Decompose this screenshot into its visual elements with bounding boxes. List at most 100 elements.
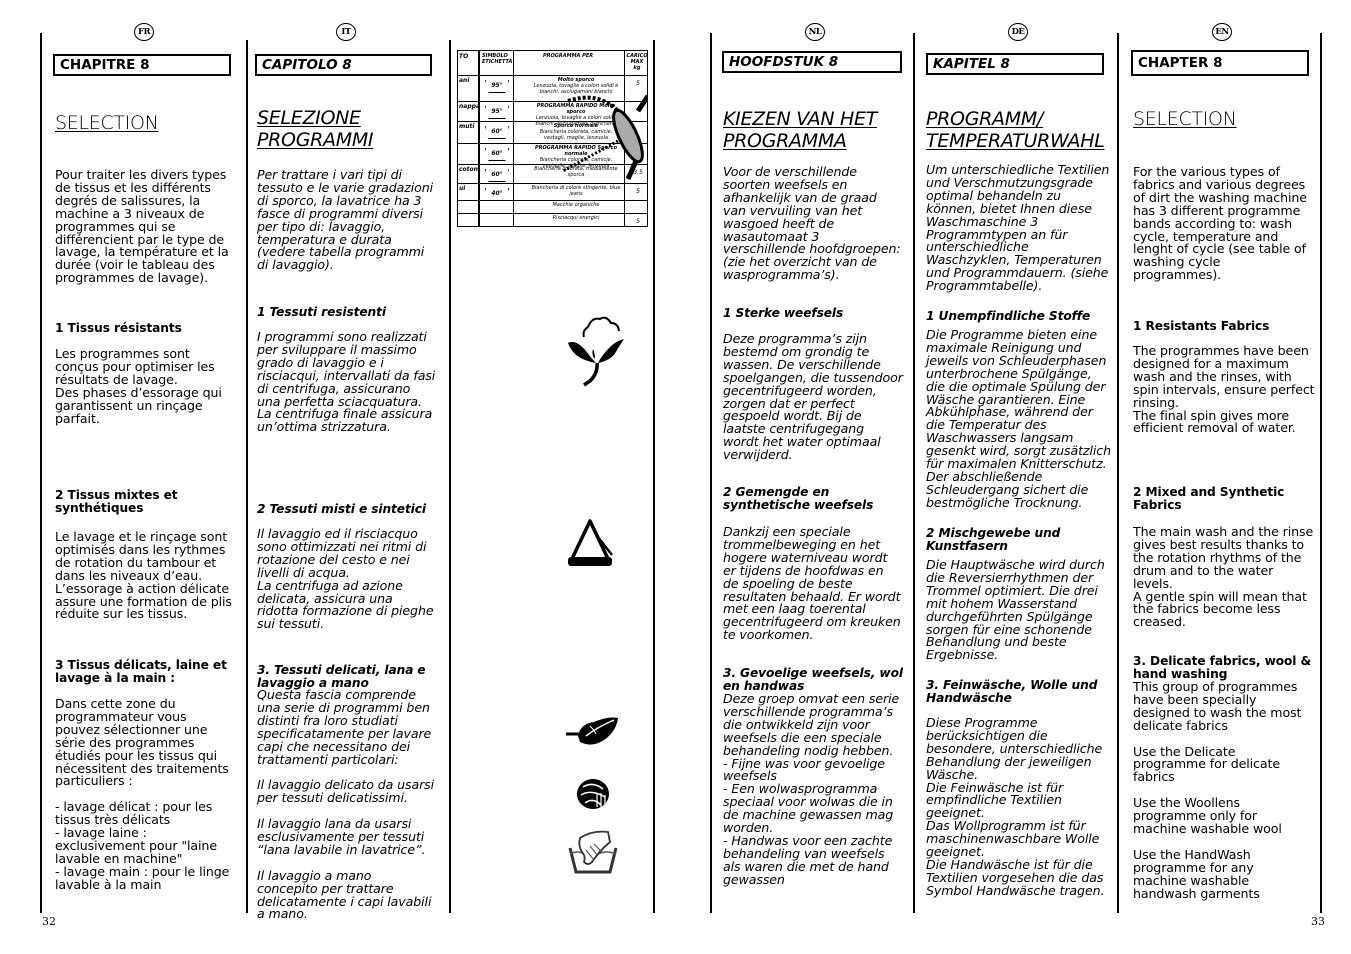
intro-text-nl: Voor de verschillende soorten weefsels e… — [723, 164, 901, 283]
heading-3-nl: 3. Gevoelige weefsels, wol en handwas — [723, 666, 903, 693]
column-divider — [710, 33, 712, 913]
body-2-text-nl: Dankzij een speciale trommelbeweging en … — [723, 524, 901, 643]
body-1-text-de: Die Programme bieten eine maximale Reini… — [926, 327, 1111, 510]
table-cell-type: ani — [459, 77, 470, 84]
body-3-de: Diese Programme berücksichtigen die beso… — [926, 715, 1116, 898]
body-2-en: The main wash and the rinse gives best r… — [1133, 524, 1318, 630]
body-3-text-de: Diese Programme berücksichtigen die beso… — [926, 715, 1105, 898]
intro-nl: Voor de verschillende soorten weefsels e… — [723, 164, 908, 283]
table-cell-max-load: 5 — [636, 80, 640, 87]
cotton-pointer-overlay — [562, 94, 647, 181]
body-2-fr: Le lavage et le rinçage sont optimisés d… — [55, 529, 240, 622]
body-3-text-en: This group of programmes have been speci… — [1133, 679, 1302, 901]
intro-text-it: Per trattare i vari tipi di tessuto e le… — [257, 167, 434, 273]
delicate-feather-icon — [566, 717, 618, 745]
body-2-text-it: Il lavaggio ed il risciacquo sono ottimi… — [257, 526, 434, 632]
body-1-text-nl: Deze programma’s zijn bestemd om grondig… — [723, 331, 903, 463]
body-2-nl: Dankzij een speciale trommelbeweging en … — [723, 524, 908, 643]
program-description: Risciacqui energici — [552, 215, 600, 221]
language-badge-fr: FR — [134, 23, 154, 41]
chapter-box-en: CHAPTER 8 — [1131, 50, 1309, 76]
program-description: Biancheria di colore stingente, blue jea… — [531, 185, 621, 197]
margin-rule-right — [1320, 33, 1322, 913]
body-3-fr: Dans cette zone du programmateur vous po… — [55, 696, 240, 892]
body-2-de: Die Hauptwäsche wird durch die Reversier… — [926, 557, 1116, 663]
table-header-symbol: SIMBOLO ETICHETTA — [482, 53, 513, 65]
body-3-text-nl: Deze groep omvat een serie verschillende… — [723, 691, 900, 887]
wash-temperature-symbol: 95° — [485, 106, 509, 119]
column-divider — [449, 40, 451, 913]
table-cell-max-load: 5 — [636, 218, 640, 225]
body-2-text-en: The main wash and the rinse gives best r… — [1133, 524, 1314, 630]
body-2-text-de: Die Hauptwäsche wird durch die Reversier… — [926, 557, 1105, 663]
language-badge-nl: NL — [805, 23, 825, 41]
program-description: Macchie organiche — [552, 202, 600, 208]
section-title-fr: SELECTION — [55, 112, 159, 134]
heading-1-en: 1 Resistants Fabrics — [1133, 319, 1270, 333]
body-1-text-en: The programmes have been designed for a … — [1133, 343, 1315, 436]
heading-2-de: 2 Mischgewebe und Kunstfasern — [926, 526, 1061, 553]
intro-text-en: For the various types of fabrics and var… — [1133, 164, 1307, 283]
language-badge-en: EN — [1212, 23, 1232, 41]
heading-2-it: 2 Tessuti misti e sintetici — [257, 502, 426, 516]
table-cell-type: cotoni — [459, 166, 480, 173]
table-cell-program: Macchie organiche — [530, 202, 622, 208]
chapter-box-de: KAPITEL 8 — [926, 53, 1104, 75]
chapter-box-fr: CHAPITRE 8 — [53, 54, 231, 76]
table-cell-type: muti — [459, 123, 475, 130]
body-1-it: I programmi sono realizzati per sviluppa… — [257, 329, 442, 435]
table-header-program: PROGRAMMA PER — [543, 53, 594, 59]
section-title-it: SELEZIONE PROGRAMMI — [257, 107, 374, 151]
heading-1-de: 1 Unempfindliche Stoffe — [926, 309, 1091, 323]
intro-text-de: Um unterschiedliche Textilien und Versch… — [926, 162, 1110, 294]
chapter-box-nl: HOOFDSTUK 8 — [722, 51, 902, 73]
intro-fr: Pour traiter les divers types de tissus … — [55, 167, 240, 286]
intro-de: Um unterschiedliche Textilien und Versch… — [926, 162, 1116, 294]
body-1-nl: Deze programma’s zijn bestemd om grondig… — [723, 331, 908, 463]
column-divider — [653, 40, 655, 913]
section-title-nl: KIEZEN VAN HET PROGRAMMA — [723, 108, 877, 152]
heading-1-fr: 1 Tissus résistants — [55, 321, 182, 335]
section-title-en: SELECTION — [1133, 108, 1237, 130]
table-row: Macchie organiche — [458, 200, 647, 214]
intro-it: Per trattare i vari tipi di tessuto e le… — [257, 167, 442, 273]
wash-temperature-symbol: 60° — [485, 126, 509, 139]
table-cell-type: nappa — [459, 103, 480, 110]
heading-3-en: 3. Delicate fabrics, wool & hand washing — [1133, 654, 1312, 681]
body-2-it: Il lavaggio ed il risciacquo sono ottimi… — [257, 526, 442, 632]
heading-2-en: 2 Mixed and Synthetic Fabrics — [1133, 485, 1285, 512]
heading-2-nl: 2 Gemengde en synthetische weefsels — [723, 485, 874, 512]
program-table: TO SIMBOLO ETICHETTA PROGRAMMA PER CARIC… — [457, 50, 648, 227]
wash-temperature-symbol: 60° — [485, 169, 509, 182]
table-header-load: CARICO MAX kg — [626, 53, 648, 71]
heading-1-nl: 1 Sterke weefsels — [723, 306, 844, 320]
page-number-left: 32 — [42, 915, 56, 928]
intro-text-fr: Pour traiter les divers types de tissus … — [55, 167, 229, 286]
column-divider — [913, 33, 915, 913]
body-3-text-fr: Dans cette zone du programmateur vous po… — [55, 696, 230, 892]
table-row: Risciacqui energici 5 — [458, 213, 647, 226]
body-3-en: This group of programmes have been speci… — [1133, 679, 1318, 901]
language-badge-it: IT — [336, 23, 356, 41]
body-3-it: Questa fascia comprende una serie di pro… — [257, 688, 442, 921]
table-cell-max-load: 5 — [636, 188, 640, 195]
section-title-de: PROGRAMM/ TEMPERATURWAHL — [926, 108, 1105, 152]
heading-1-it: 1 Tessuti resistenti — [257, 305, 386, 319]
heading-2-fr: 2 Tissus mixtes et synthétiques — [55, 488, 178, 515]
body-1-text-it: I programmi sono realizzati per sviluppa… — [257, 329, 436, 435]
intro-en: For the various types of fabrics and var… — [1133, 164, 1318, 283]
body-2-text-fr: Le lavage et le rinçage sont optimisés d… — [55, 529, 232, 622]
heading-3-fr: 3 Tissus délicats, laine et lavage à la … — [55, 658, 227, 685]
cotton-flower-icon — [568, 316, 624, 387]
table-cell-program: Risciacqui energici — [530, 215, 622, 221]
body-1-fr: Les programmes sont conçus pour optimise… — [55, 346, 240, 426]
table-cell-type: ui — [459, 185, 466, 192]
wash-temperature-symbol: 60° — [485, 148, 509, 161]
synthetic-triangle-icon — [568, 519, 613, 566]
heading-3-de: 3. Feinwäsche, Wolle und Handwäsche — [926, 678, 1098, 705]
body-1-text-fr: Les programmes sont conçus pour optimise… — [55, 346, 222, 426]
chapter-box-it: CAPITOLO 8 — [255, 54, 432, 76]
wash-temperature-symbol: 95° — [485, 80, 509, 93]
body-3-nl: Deze groep omvat een serie verschillende… — [723, 691, 908, 887]
page-number-right: 33 — [1311, 915, 1325, 928]
